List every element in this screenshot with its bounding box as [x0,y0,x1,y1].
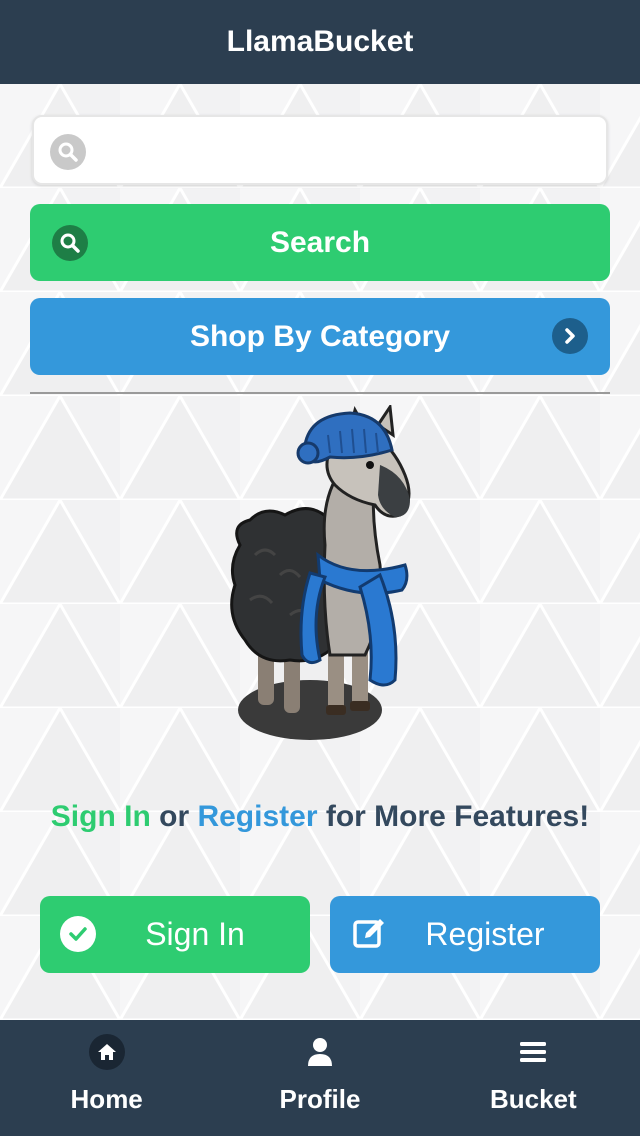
chevron-right-icon [552,318,588,354]
search-button[interactable]: Search [30,204,610,281]
tab-bucket[interactable]: Bucket [427,1020,640,1136]
sign-in-prompt: Sign In or Register for More Features! [0,800,640,834]
tab-profile-label: Profile [279,1084,361,1114]
tagline-or: or [150,800,198,833]
check-icon [60,916,96,952]
category-button-label: Shop By Category [189,319,451,353]
tagline-sign-in-link[interactable]: Sign In [51,800,151,833]
search-field[interactable] [32,115,608,185]
edit-icon [352,916,388,952]
sign-in-button-label: Sign In [145,916,245,952]
home-icon [88,1034,125,1070]
search-icon [52,225,88,261]
shop-by-category-button[interactable]: Shop By Category [30,298,610,375]
tagline-register-link[interactable]: Register [197,800,317,833]
search-button-label: Search [269,225,371,259]
bottom-tab-bar: Home Profile Bucket [0,1020,640,1136]
llama-mascot-image [230,405,411,740]
tab-profile[interactable]: Profile [213,1020,426,1136]
tagline-rest: for More Features! [317,800,590,833]
register-button-label: Register [425,916,545,952]
search-icon [50,134,86,170]
bars-icon [515,1034,551,1070]
user-icon [302,1034,338,1070]
divider [30,392,610,394]
tab-home[interactable]: Home [0,1020,213,1136]
tab-bucket-label: Bucket [489,1084,577,1114]
sign-in-button[interactable]: Sign In [40,896,310,973]
app-title: LlamaBucket [226,25,414,58]
register-button[interactable]: Register [330,896,600,973]
search-input[interactable] [102,127,596,175]
app-header: LlamaBucket [0,0,640,84]
tab-home-label: Home [70,1084,143,1114]
